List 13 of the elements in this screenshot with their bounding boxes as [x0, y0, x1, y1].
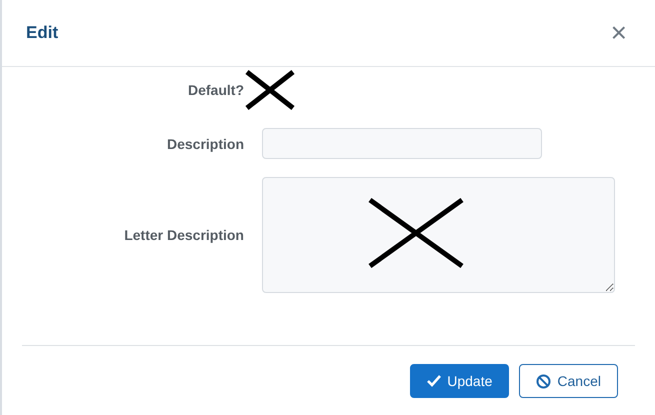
description-field[interactable]	[262, 128, 542, 159]
dialog-title: Edit	[26, 23, 58, 43]
cancel-button[interactable]: Cancel	[519, 364, 618, 398]
cross-mark-icon	[245, 70, 295, 110]
field-label: Default?	[187, 82, 244, 98]
close-button[interactable]: ×	[610, 19, 627, 47]
field-label: Description	[166, 136, 244, 152]
field-label: Letter Description	[123, 227, 244, 243]
cross-mark-icon	[368, 198, 464, 268]
check-icon	[427, 375, 442, 387]
letter-description-field[interactable]	[262, 177, 615, 293]
ban-icon	[536, 374, 552, 388]
update-button[interactable]: Update	[410, 364, 510, 398]
